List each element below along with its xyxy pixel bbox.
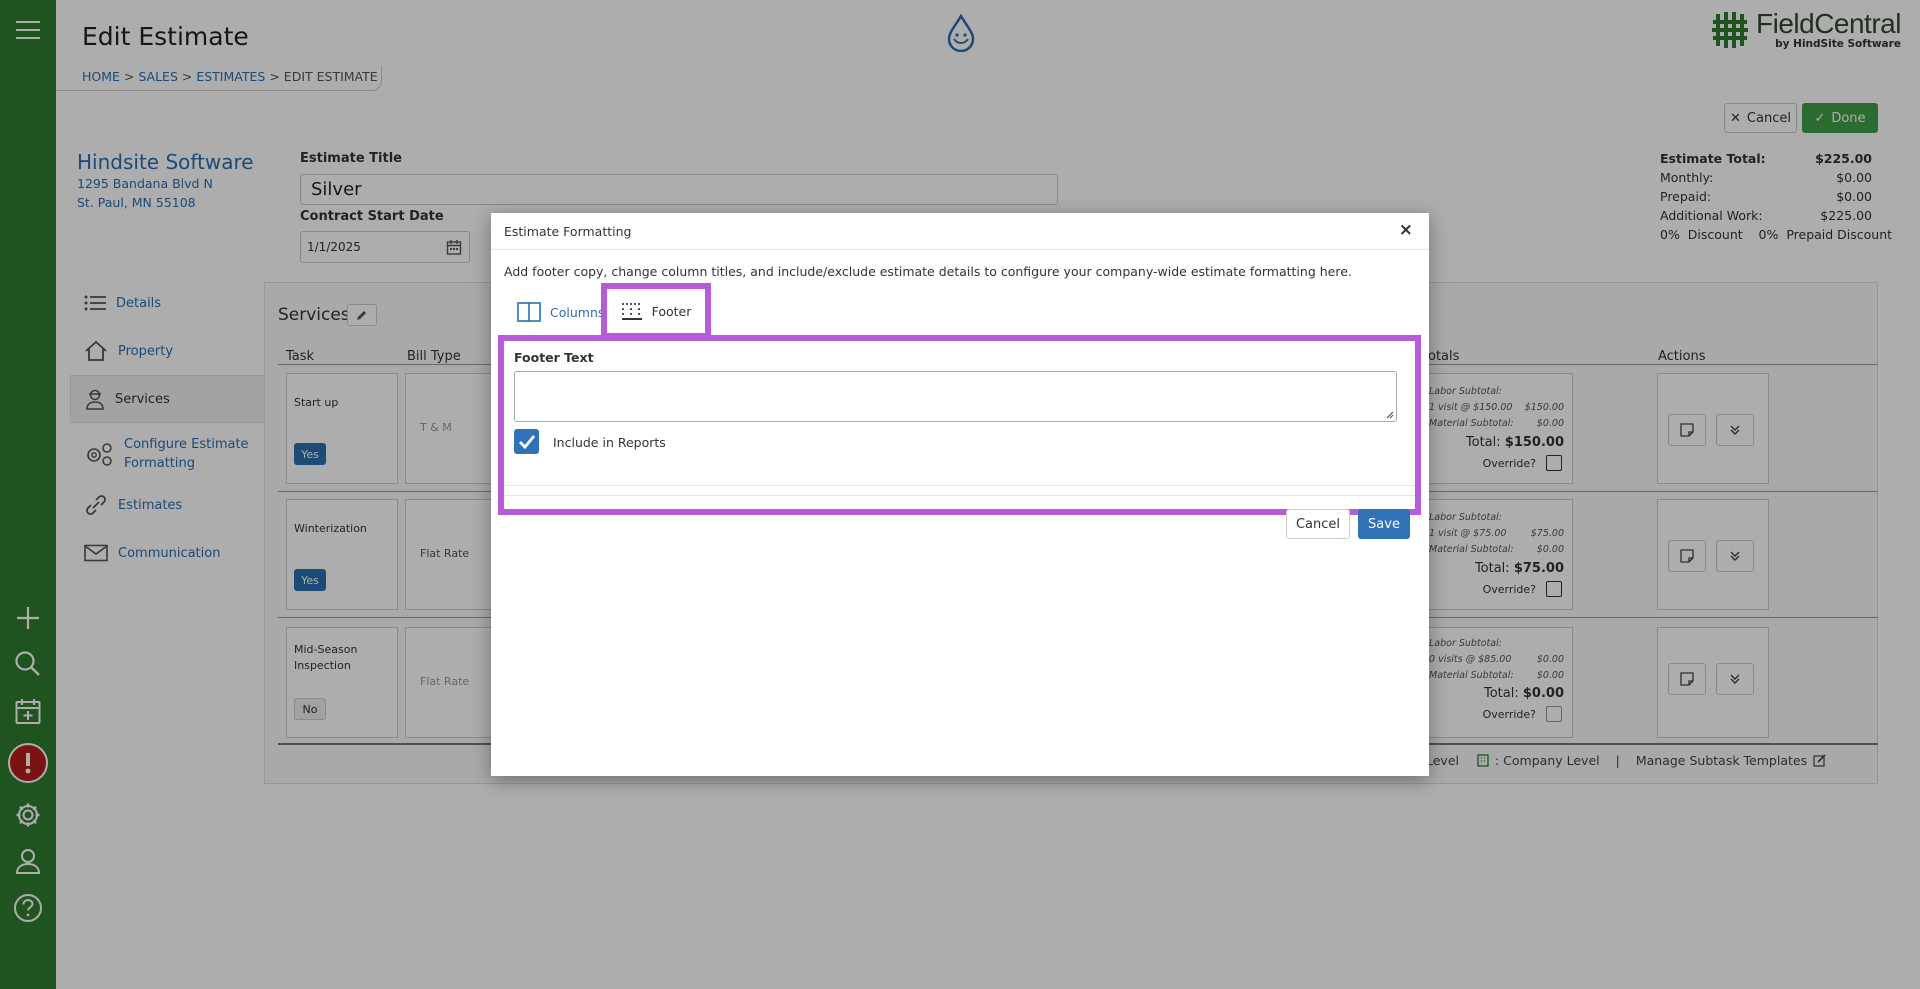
columns-icon <box>517 302 541 322</box>
panel-divider <box>504 485 1415 486</box>
dialog-description: Add footer copy, change column titles, a… <box>504 264 1352 279</box>
dialog-header: Estimate Formatting × <box>491 213 1429 250</box>
tab-columns[interactable]: Columns <box>517 302 604 322</box>
tab-footer[interactable]: Footer <box>601 283 711 339</box>
dialog-save-button[interactable]: Save <box>1358 509 1410 539</box>
footer-text-input[interactable] <box>514 371 1397 422</box>
footer-divider <box>504 495 1415 496</box>
include-in-reports-label[interactable]: Include in Reports <box>553 435 666 450</box>
resize-handle-icon[interactable] <box>1384 409 1394 419</box>
footer-layout-icon <box>621 303 642 320</box>
tab-columns-label: Columns <box>550 304 605 320</box>
footer-settings-panel: Footer Text Include in Reports <box>498 335 1421 515</box>
close-icon[interactable]: × <box>1399 220 1413 240</box>
footer-text-label: Footer Text <box>514 350 594 365</box>
estimate-formatting-dialog: Estimate Formatting × Add footer copy, c… <box>491 213 1429 776</box>
check-icon <box>518 434 535 449</box>
include-in-reports-checkbox[interactable] <box>514 429 539 454</box>
dialog-cancel-button[interactable]: Cancel <box>1286 509 1350 539</box>
dialog-title: Estimate Formatting <box>504 224 632 239</box>
tab-footer-label: Footer <box>651 303 692 319</box>
